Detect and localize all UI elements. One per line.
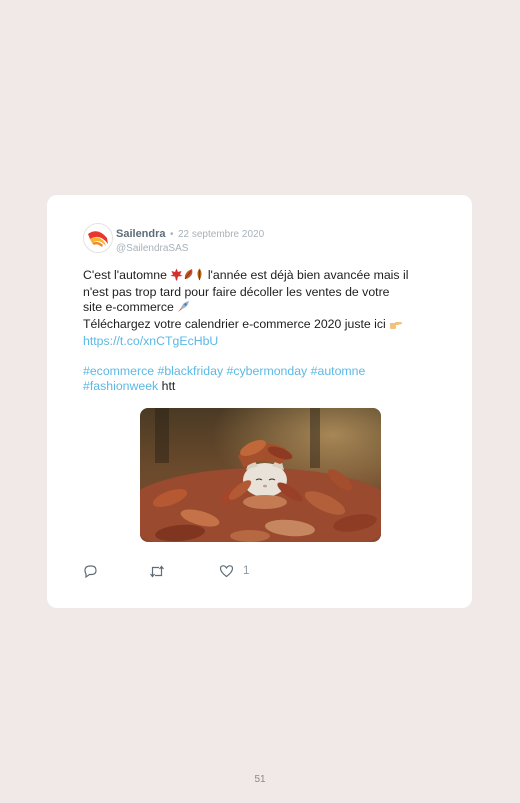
hashtag-blackfriday[interactable]: #blackfriday: [158, 364, 224, 378]
sailendra-logo-icon: [88, 231, 108, 247]
truncated-text: htt: [161, 379, 176, 393]
tweet-media-photo[interactable]: [140, 408, 381, 542]
heart-icon: [219, 565, 234, 578]
hashtag-cybermonday[interactable]: #cybermonday: [227, 364, 308, 378]
tweet-meta: Sailendra • 22 septembre 2020 @Sailendra…: [116, 224, 264, 254]
text-line-1a: C'est l'automne: [83, 268, 167, 282]
rocket-icon: [177, 300, 190, 317]
tweet-link[interactable]: https://t.co/xnCTgEcHbU: [83, 334, 218, 348]
retweet-button[interactable]: [149, 564, 165, 579]
reply-button[interactable]: [83, 564, 98, 579]
tweet-date[interactable]: 22 septembre 2020: [178, 229, 264, 240]
fallen-leaf-icon: [183, 268, 195, 285]
leaves-icon: [195, 268, 204, 285]
meta-separator: •: [169, 229, 174, 240]
hashtag-automne[interactable]: #automne: [311, 364, 366, 378]
tweet-text: C'est l'automne l'année est déjà bien av…: [83, 268, 435, 394]
maple-leaf-icon: [170, 268, 183, 285]
like-button[interactable]: 1: [219, 564, 249, 578]
tweet-card: Sailendra • 22 septembre 2020 @Sailendra…: [47, 195, 472, 608]
text-line-4: Téléchargez votre calendrier e-commerce …: [83, 317, 386, 331]
avatar[interactable]: [83, 223, 113, 253]
text-line-1b: l'année est déjà bien avancée mais il: [207, 268, 409, 282]
like-count: 1: [243, 565, 250, 577]
hashtag-ecommerce[interactable]: #ecommerce: [83, 364, 154, 378]
author-handle[interactable]: @SailendraSAS: [116, 243, 264, 254]
text-line-3: site e-commerce: [83, 300, 174, 314]
page-number: 51: [254, 774, 266, 785]
hashtag-fashionweek[interactable]: #fashionweek: [83, 379, 158, 393]
author-name[interactable]: Sailendra: [116, 228, 166, 240]
retweet-icon: [150, 565, 164, 578]
pointing-hand-icon: [389, 318, 403, 334]
reply-icon: [84, 565, 97, 579]
autumn-leaves-cat-photo: [140, 408, 381, 542]
text-line-2: n'est pas trop tard pour faire décoller …: [83, 285, 390, 299]
